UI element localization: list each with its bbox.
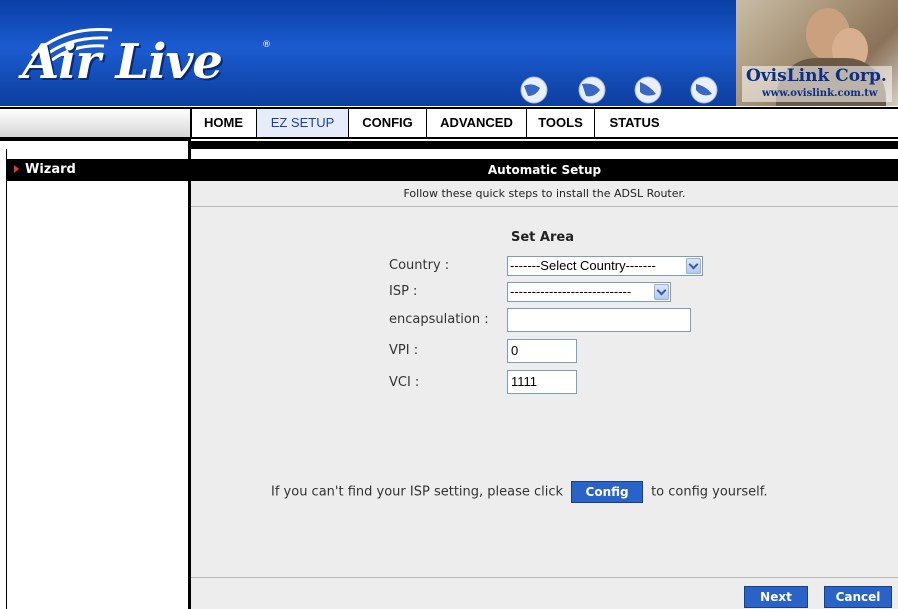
sidebar <box>6 149 189 609</box>
nav-status[interactable]: STATUS <box>595 109 675 137</box>
registered-mark: ® <box>262 40 271 50</box>
main-panel: Automatic Setup Follow these quick steps… <box>191 159 898 609</box>
help-text-suffix: to config yourself. <box>651 484 768 500</box>
chevron-down-icon <box>686 258 701 274</box>
divider <box>191 577 898 578</box>
isp-select-value: ---------------------------- <box>510 284 632 299</box>
globe-icons <box>520 76 718 104</box>
encapsulation-field[interactable] <box>507 308 691 332</box>
divider <box>190 141 898 149</box>
encapsulation-label: encapsulation : <box>389 312 489 327</box>
nav-left-spacer <box>0 109 192 137</box>
vci-label: VCI : <box>389 375 420 390</box>
arrow-right-icon <box>14 165 19 173</box>
isp-select[interactable]: ---------------------------- <box>507 282 671 302</box>
top-nav: HOME EZ SETUP CONFIG ADVANCED TOOLS STAT… <box>0 107 898 139</box>
nav-config[interactable]: CONFIG <box>349 109 427 137</box>
divider <box>0 139 190 141</box>
help-text-prefix: If you can't find your ISP setting, plea… <box>271 484 564 500</box>
chevron-down-icon <box>654 284 669 300</box>
airlive-logo: Air Live <box>22 34 223 90</box>
page-subtitle: Follow these quick steps to install the … <box>191 181 898 207</box>
config-button[interactable]: Config <box>571 481 644 503</box>
country-select-value: -------Select Country------- <box>510 258 656 273</box>
next-button[interactable]: Next <box>744 586 808 608</box>
isp-label: ISP : <box>389 284 418 299</box>
cancel-button[interactable]: Cancel <box>824 586 892 608</box>
help-text-line: If you can't find your ISP setting, plea… <box>271 481 768 503</box>
country-select[interactable]: -------Select Country------- <box>507 256 703 276</box>
vpi-label: VPI : <box>389 343 419 358</box>
brand-url: www.ovislink.com.tw <box>762 88 878 99</box>
header-banner: Air Live ® OvisLink Corp. www.ovislink.c… <box>0 0 898 106</box>
sidebar-item-wizard[interactable]: Wizard <box>6 159 188 181</box>
brand-name: OvisLink Corp. <box>746 66 887 86</box>
vpi-field[interactable]: 0 <box>507 339 577 363</box>
nav-tools[interactable]: TOOLS <box>527 109 595 137</box>
nav-advanced[interactable]: ADVANCED <box>427 109 527 137</box>
country-label: Country : <box>389 258 450 273</box>
section-title: Set Area <box>511 230 574 245</box>
vci-field[interactable]: 1111 <box>507 370 577 394</box>
page-title: Automatic Setup <box>191 159 898 181</box>
nav-rest <box>674 109 898 137</box>
nav-ez-setup[interactable]: EZ SETUP <box>257 109 349 137</box>
sidebar-item-label: Wizard <box>25 162 76 177</box>
nav-home[interactable]: HOME <box>191 109 257 137</box>
